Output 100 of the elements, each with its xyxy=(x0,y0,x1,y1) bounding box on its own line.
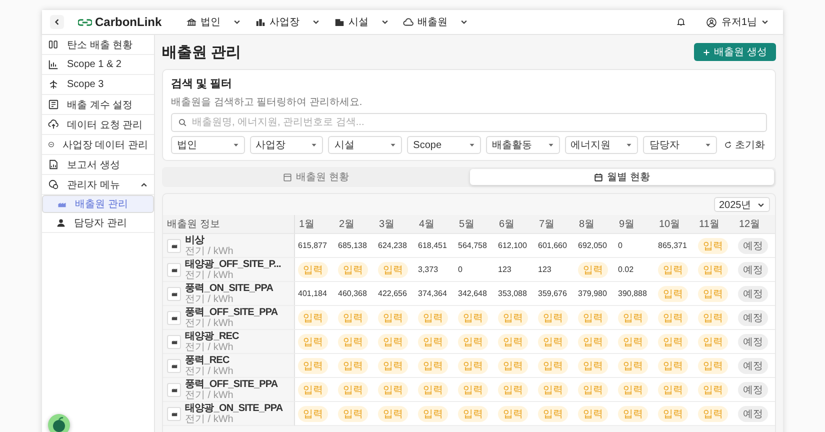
input-badge[interactable]: 입력 xyxy=(658,334,688,350)
sidebar-item[interactable]: 관리자 메뉴 xyxy=(42,175,154,195)
input-badge[interactable]: 입력 xyxy=(298,262,328,278)
input-badge[interactable]: 입력 xyxy=(378,382,408,398)
input-badge[interactable]: 입력 xyxy=(338,334,368,350)
caret-icon xyxy=(548,142,554,148)
input-badge[interactable]: 입력 xyxy=(618,406,648,422)
sidebar-item[interactable]: 탄소 배출 현황 xyxy=(42,35,154,55)
input-badge[interactable]: 입력 xyxy=(498,358,528,374)
input-badge[interactable]: 입력 xyxy=(618,358,648,374)
input-badge[interactable]: 입력 xyxy=(698,286,728,302)
input-badge[interactable]: 입력 xyxy=(338,310,368,326)
sidebar-item[interactable]: Scope 1 & 2 xyxy=(42,55,154,75)
sidebar-item[interactable]: 담당자 관리 xyxy=(42,213,154,233)
sidebar-item[interactable]: 배출원 관리 xyxy=(42,195,154,213)
assistant-button[interactable] xyxy=(48,414,70,432)
input-badge[interactable]: 입력 xyxy=(298,406,328,422)
input-badge[interactable]: 입력 xyxy=(578,310,608,326)
input-badge[interactable]: 입력 xyxy=(578,262,608,278)
input-badge[interactable]: 입력 xyxy=(498,406,528,422)
input-badge[interactable]: 입력 xyxy=(418,334,448,350)
input-badge[interactable]: 입력 xyxy=(498,310,528,326)
year-dropdown[interactable]: 2025년 xyxy=(714,197,770,212)
input-badge[interactable]: 입력 xyxy=(338,382,368,398)
filter-dropdown[interactable]: 법인 xyxy=(171,136,245,154)
input-badge[interactable]: 입력 xyxy=(378,358,408,374)
input-badge[interactable]: 입력 xyxy=(298,382,328,398)
input-badge[interactable]: 입력 xyxy=(618,334,648,350)
input-badge[interactable]: 입력 xyxy=(698,238,728,254)
input-badge[interactable]: 입력 xyxy=(498,334,528,350)
sidebar-item[interactable]: Scope 3 xyxy=(42,75,154,95)
reset-button[interactable]: 초기화 xyxy=(722,138,768,152)
input-badge[interactable]: 입력 xyxy=(338,358,368,374)
input-badge[interactable]: 입력 xyxy=(378,406,408,422)
input-badge[interactable]: 입력 xyxy=(658,358,688,374)
nav-dropdown[interactable]: 배출원 xyxy=(402,15,468,29)
input-badge[interactable]: 입력 xyxy=(418,382,448,398)
filter-dropdown[interactable]: Scope xyxy=(407,136,481,154)
input-badge[interactable]: 입력 xyxy=(538,358,568,374)
input-badge[interactable]: 입력 xyxy=(698,262,728,278)
nav-dropdown[interactable]: 시설 xyxy=(334,15,389,29)
sidebar-item[interactable]: 사업장 데이터 관리 xyxy=(42,135,154,155)
input-badge[interactable]: 입력 xyxy=(458,382,488,398)
input-badge[interactable]: 입력 xyxy=(658,382,688,398)
input-badge[interactable]: 입력 xyxy=(658,406,688,422)
input-badge[interactable]: 입력 xyxy=(578,334,608,350)
input-badge[interactable]: 입력 xyxy=(378,262,408,278)
filter-dropdown[interactable]: 시설 xyxy=(328,136,402,154)
input-badge[interactable]: 입력 xyxy=(578,382,608,398)
sidebar-item[interactable]: 배출 계수 설정 xyxy=(42,95,154,115)
bell-icon[interactable] xyxy=(676,17,686,27)
input-badge[interactable]: 입력 xyxy=(538,406,568,422)
filter-dropdown[interactable]: 사업장 xyxy=(250,136,324,154)
column-header: 2월 xyxy=(335,215,375,234)
input-badge[interactable]: 입력 xyxy=(618,310,648,326)
input-badge[interactable]: 입력 xyxy=(658,310,688,326)
nav-dropdown[interactable]: 사업장 xyxy=(254,15,320,29)
input-badge[interactable]: 입력 xyxy=(658,286,688,302)
input-badge[interactable]: 입력 xyxy=(458,358,488,374)
filter-dropdown[interactable]: 에너지원 xyxy=(564,136,638,154)
input-badge[interactable]: 입력 xyxy=(698,382,728,398)
input-badge[interactable]: 입력 xyxy=(538,310,568,326)
create-button[interactable]: 배출원 생성 xyxy=(694,43,776,61)
filter-dropdown[interactable]: 담당자 xyxy=(643,136,718,154)
box-icon xyxy=(283,172,292,182)
input-badge[interactable]: 입력 xyxy=(298,334,328,350)
input-badge[interactable]: 입력 xyxy=(458,334,488,350)
input-badge[interactable]: 입력 xyxy=(618,382,648,398)
input-badge[interactable]: 입력 xyxy=(498,382,528,398)
input-badge[interactable]: 입력 xyxy=(698,310,728,326)
filter-dropdown[interactable]: 배출활동 xyxy=(486,136,560,154)
search-field[interactable]: 배출원명, 에너지원, 관리번호로 검색... xyxy=(171,113,767,132)
input-badge[interactable]: 입력 xyxy=(298,358,328,374)
planned-badge: 예정 xyxy=(738,310,768,326)
input-badge[interactable]: 입력 xyxy=(578,358,608,374)
tab[interactable]: 월별 현황 xyxy=(470,169,774,185)
input-badge[interactable]: 입력 xyxy=(418,310,448,326)
input-badge[interactable]: 입력 xyxy=(578,406,608,422)
tab[interactable]: 배출원 현황 xyxy=(164,169,468,185)
input-badge[interactable]: 입력 xyxy=(418,406,448,422)
input-badge[interactable]: 입력 xyxy=(458,310,488,326)
sidebar-item[interactable]: 데이터 요청 관리 xyxy=(42,115,154,135)
nav-dropdown[interactable]: 법인 xyxy=(186,15,241,29)
sidebar-item[interactable]: 보고서 생성 xyxy=(42,155,154,175)
input-badge[interactable]: 입력 xyxy=(698,334,728,350)
input-badge[interactable]: 입력 xyxy=(378,334,408,350)
input-badge[interactable]: 입력 xyxy=(458,406,488,422)
input-badge[interactable]: 입력 xyxy=(538,334,568,350)
back-button[interactable] xyxy=(50,15,64,29)
user-menu[interactable]: 유저1님 xyxy=(700,14,775,30)
input-badge[interactable]: 입력 xyxy=(658,262,688,278)
input-badge[interactable]: 입력 xyxy=(378,310,408,326)
input-badge[interactable]: 입력 xyxy=(298,310,328,326)
input-badge[interactable]: 입력 xyxy=(338,262,368,278)
search-input[interactable]: 배출원명, 에너지원, 관리번호로 검색... xyxy=(192,117,760,128)
input-badge[interactable]: 입력 xyxy=(698,358,728,374)
input-badge[interactable]: 입력 xyxy=(418,358,448,374)
input-badge[interactable]: 입력 xyxy=(698,406,728,422)
input-badge[interactable]: 입력 xyxy=(538,382,568,398)
input-badge[interactable]: 입력 xyxy=(338,406,368,422)
